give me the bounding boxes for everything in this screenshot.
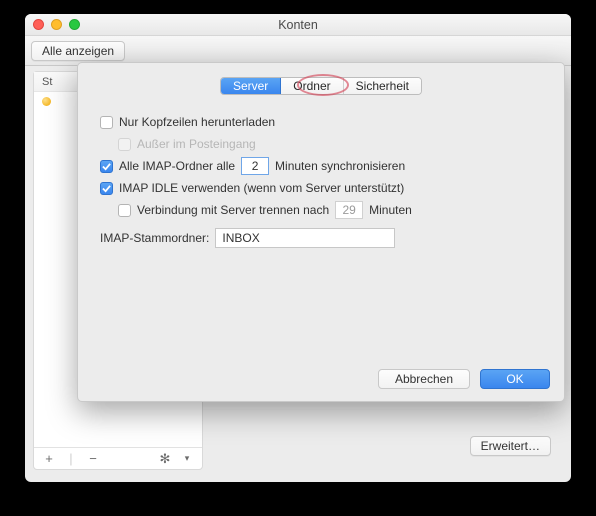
status-indicator-icon [42,97,51,106]
row-imap-idle: IMAP IDLE verwenden (wenn vom Server unt… [100,177,542,199]
sync-minutes-field[interactable]: 2 [241,157,269,175]
sync-checkbox[interactable] [100,160,113,173]
ok-button[interactable]: OK [480,369,550,389]
show-all-button[interactable]: Alle anzeigen [31,41,125,61]
disconnect-label: Verbindung mit Server trennen nach [137,203,329,217]
disconnect-checkbox[interactable] [118,204,131,217]
close-window-button[interactable] [33,19,44,30]
window-controls [33,14,80,35]
idle-label: IMAP IDLE verwenden (wenn vom Server unt… [119,181,404,195]
add-account-button[interactable]: + [40,452,58,465]
root-folder-label: IMAP-Stammordner: [100,231,209,245]
row-headers-only: Nur Kopfzeilen herunterladen [100,111,542,133]
except-inbox-label: Außer im Posteingang [137,137,256,151]
sync-prefix-label: Alle IMAP-Ordner alle [119,159,235,173]
ok-button-label: OK [506,372,523,386]
chevron-down-icon[interactable]: ▾ [178,454,196,463]
tab-server[interactable]: Server [221,78,281,94]
root-folder-input[interactable]: INBOX [215,228,395,248]
tab-security-label: Sicherheit [356,79,409,93]
settings-sheet: Server Ordner Sicherheit Nur Kopfzeilen … [77,62,565,402]
tab-folders[interactable]: Ordner [281,78,343,94]
preferences-window: Konten Alle anzeigen St + | − ✻ ▾ Erweit [25,14,571,482]
window-title: Konten [278,18,318,32]
disconnect-minutes-field[interactable]: 29 [335,201,363,219]
tab-folders-label: Ordner [293,79,330,93]
idle-checkbox[interactable] [100,182,113,195]
root-folder-value: INBOX [222,231,259,245]
titlebar: Konten [25,14,571,36]
tab-row: Server Ordner Sicherheit [78,77,564,95]
zoom-window-button[interactable] [69,19,80,30]
remove-account-button[interactable]: − [84,452,102,465]
row-root-folder: IMAP-Stammordner: INBOX [100,227,542,249]
row-disconnect: Verbindung mit Server trennen nach 29 Mi… [100,199,542,221]
tab-server-label: Server [233,79,268,93]
gear-icon[interactable]: ✻ [156,452,174,465]
tab-security[interactable]: Sicherheit [344,78,421,94]
headers-only-checkbox[interactable] [100,116,113,129]
cancel-button-label: Abbrechen [395,372,453,386]
sidebar-footer: + | − ✻ ▾ [34,447,202,469]
minimize-window-button[interactable] [51,19,62,30]
show-all-label: Alle anzeigen [42,44,114,58]
row-except-inbox: Außer im Posteingang [100,133,542,155]
divider-icon: | [62,452,80,465]
tab-segmented-control: Server Ordner Sicherheit [220,77,422,95]
form-area: Nur Kopfzeilen herunterladen Außer im Po… [78,95,564,249]
sync-minutes-value: 2 [252,159,259,173]
row-sync-interval: Alle IMAP-Ordner alle 2 Minuten synchron… [100,155,542,177]
cancel-button[interactable]: Abbrechen [378,369,470,389]
disconnect-unit-label: Minuten [369,203,412,217]
sheet-footer: Abbrechen OK [378,369,550,389]
except-inbox-checkbox [118,138,131,151]
advanced-button-label: Erweitert… [481,439,540,453]
sync-suffix-label: Minuten synchronisieren [275,159,405,173]
sidebar-header-text: St [42,76,52,88]
headers-only-label: Nur Kopfzeilen herunterladen [119,115,275,129]
advanced-button[interactable]: Erweitert… [470,436,551,456]
disconnect-minutes-value: 29 [342,203,355,217]
